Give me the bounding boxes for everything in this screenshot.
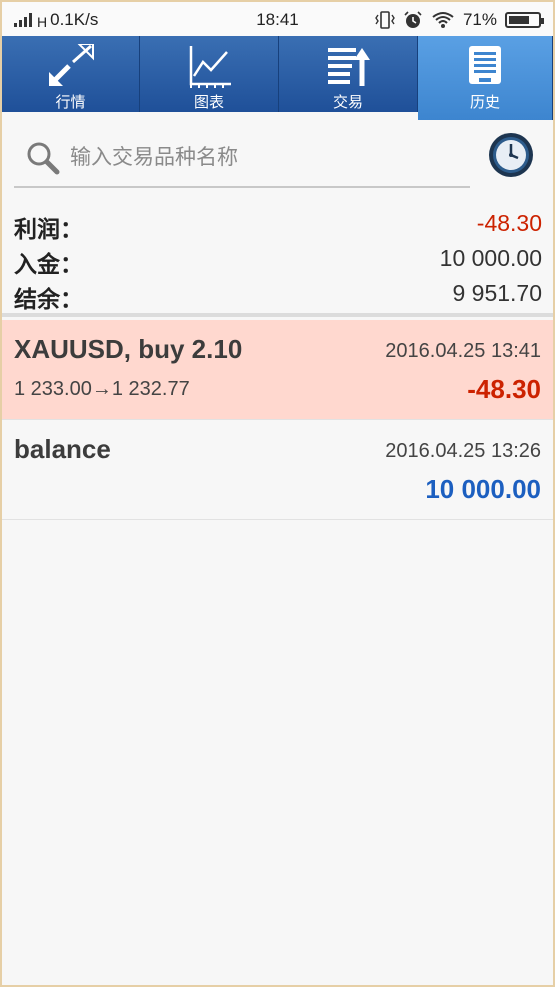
deposit-label: 入金： — [14, 252, 83, 278]
vibrate-icon — [375, 11, 395, 29]
battery-icon — [505, 12, 544, 28]
tab-history[interactable]: 历史 — [418, 36, 553, 120]
trade-amount: -48.30 — [467, 374, 541, 404]
alarm-icon — [404, 11, 422, 28]
tab-label: 交易 — [332, 94, 363, 111]
deposit-row: 入金： 10 000.00 — [14, 245, 542, 278]
balance-label: 结余： — [14, 287, 83, 313]
trade-datetime: 2016.04.25 13:41 — [385, 340, 541, 362]
trade-prices: 1 233.00→1 232.77 — [14, 378, 190, 400]
tab-trade[interactable]: 交易 — [279, 36, 418, 112]
history-item-trade[interactable]: XAUUSD, buy 2.10 2016.04.25 13:41 1 233.… — [2, 320, 553, 420]
chart-icon — [189, 46, 231, 88]
tab-label: 历史 — [469, 94, 500, 111]
balance-row: 结余： 9 951.70 — [14, 280, 542, 313]
tab-quotes[interactable]: 行情 — [2, 36, 140, 112]
quotes-arrows-icon — [48, 44, 94, 86]
tab-bar: 行情 图表 交易 历史 — [2, 36, 553, 120]
tab-label: 图表 — [193, 94, 224, 111]
search-icon — [27, 142, 60, 175]
wifi-icon — [432, 12, 454, 28]
summary-panel: 利润： -48.30 入金： 10 000.00 结余： 9 951.70 — [2, 210, 553, 314]
divider — [2, 313, 553, 317]
profit-row: 利润： -48.30 — [14, 210, 542, 243]
history-icon — [469, 46, 501, 84]
status-bar: H 0.1K/s 18:41 71% — [2, 2, 553, 36]
app-frame: H 0.1K/s 18:41 71% 行情 图表 交易 历史 输入交易品种名称 … — [2, 2, 553, 985]
battery-percent: 71% — [462, 10, 497, 29]
trade-title: balance — [14, 434, 111, 464]
profit-label: 利润： — [14, 217, 83, 243]
profit-value: -48.30 — [476, 210, 542, 236]
tab-charts[interactable]: 图表 — [140, 36, 279, 112]
trade-amount: 10 000.00 — [425, 474, 541, 504]
trade-datetime: 2016.04.25 13:26 — [385, 440, 541, 462]
history-item-balance[interactable]: balance 2016.04.25 13:26 10 000.00 — [2, 420, 553, 520]
balance-value: 9 951.70 — [452, 280, 542, 306]
trade-icon — [328, 48, 370, 86]
tab-label: 行情 — [55, 94, 86, 111]
search-input[interactable] — [70, 138, 460, 176]
trade-title: XAUUSD, buy 2.10 — [14, 334, 243, 364]
clock-icon[interactable] — [488, 132, 534, 178]
search-bar — [14, 124, 470, 188]
deposit-value: 10 000.00 — [439, 245, 542, 271]
